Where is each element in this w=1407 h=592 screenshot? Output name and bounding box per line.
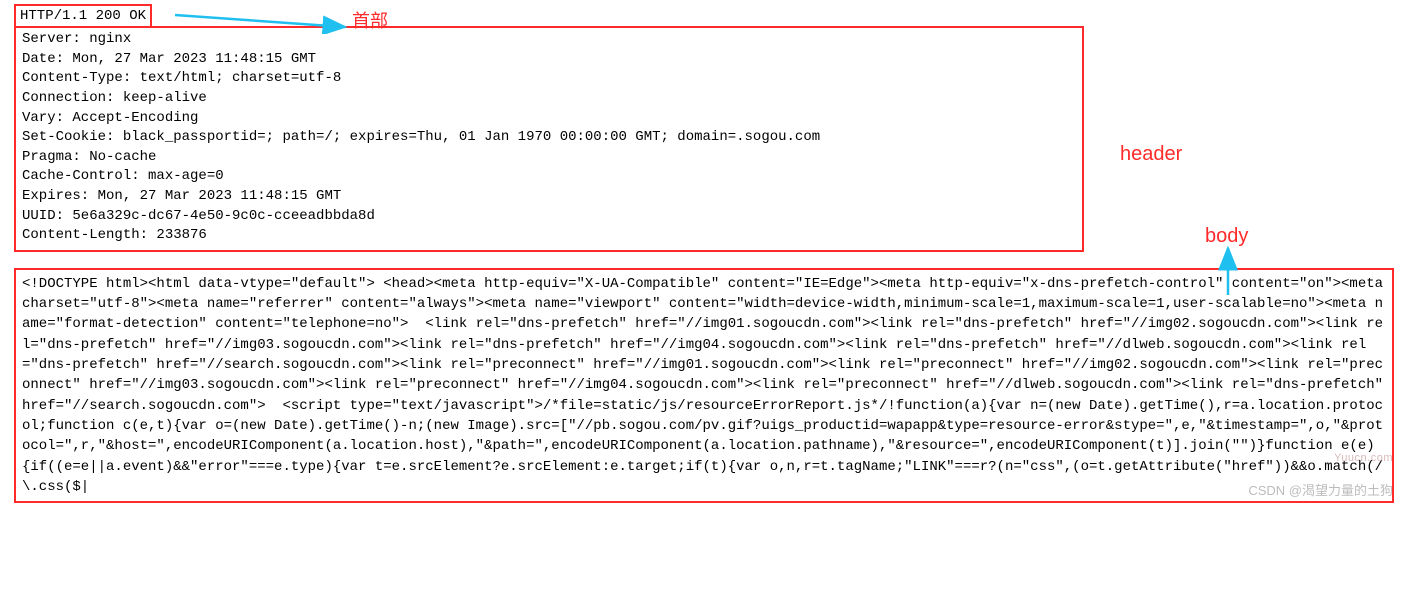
http-body-block: <!DOCTYPE html><html data-vtype="default… [14,268,1394,503]
http-status-line: HTTP/1.1 200 OK [14,4,152,28]
annotation-header: header [1120,140,1182,169]
annotation-body: body [1205,222,1248,251]
annotation-shoubu: 首部 [352,8,388,34]
http-headers-block: Server: nginx Date: Mon, 27 Mar 2023 11:… [14,26,1084,252]
